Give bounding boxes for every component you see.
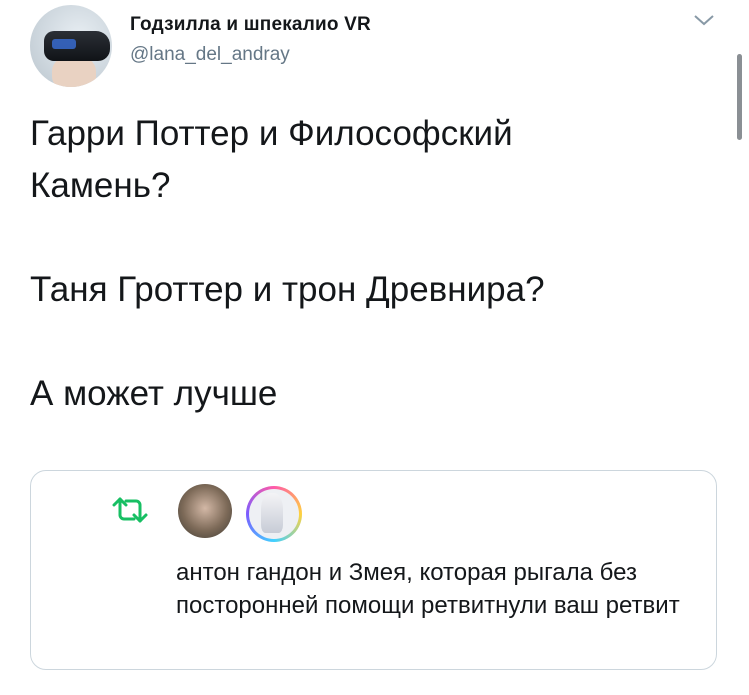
notification-text: антон гандон и Змея, которая рыгала без …: [176, 559, 680, 619]
chevron-down-icon[interactable]: [692, 12, 716, 28]
tweet-line: А может лучше: [30, 374, 278, 413]
tweet-text: Гарри Поттер и Философский Камень? Таня …: [30, 108, 710, 420]
author-avatar[interactable]: [30, 5, 112, 87]
author-handle[interactable]: @lana_del_andray: [130, 44, 290, 66]
vr-headset-icon: [44, 31, 110, 61]
scrollbar[interactable]: [737, 54, 742, 140]
retweeter-avatar[interactable]: [178, 484, 232, 538]
retweeter-avatar[interactable]: [246, 486, 302, 542]
tweet-line: Таня Гроттер и трон Древнира?: [30, 270, 545, 309]
tweet-line: Гарри Поттер и Философский: [30, 114, 513, 153]
author-display-name[interactable]: Годзилла и шпекалио VR: [130, 14, 371, 36]
tweet-line: Камень?: [30, 166, 171, 205]
retweet-icon: [112, 497, 148, 523]
